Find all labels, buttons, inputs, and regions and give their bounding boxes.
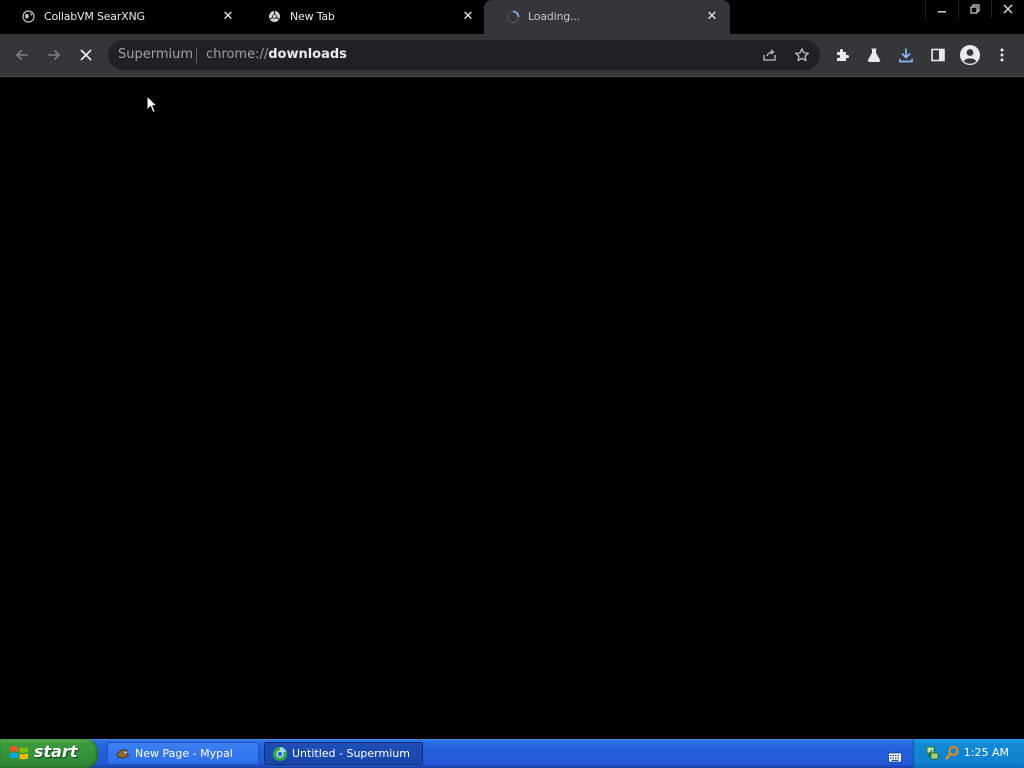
tab-loading[interactable]: Loading... ✕: [484, 0, 730, 34]
download-icon[interactable]: [892, 41, 920, 69]
search-icon[interactable]: [944, 745, 960, 765]
profile-icon[interactable]: [956, 41, 984, 69]
system-tray: 1:25 AM: [913, 739, 1024, 768]
mouse-cursor-icon: [146, 94, 159, 118]
extensions-icon[interactable]: [828, 41, 856, 69]
start-button[interactable]: start: [0, 739, 98, 768]
tab-new-tab[interactable]: New Tab ✕: [246, 0, 486, 34]
minimize-icon[interactable]: [925, 0, 958, 18]
keyboard-icon[interactable]: [888, 748, 902, 767]
mypal-icon: [115, 746, 131, 762]
toolbar: Supermium chrome://downloads: [0, 34, 1024, 77]
forward-arrow-icon[interactable]: [40, 41, 68, 69]
omnibox[interactable]: Supermium chrome://downloads: [108, 40, 820, 70]
omnibox-divider: [196, 48, 197, 63]
supermium-icon: [272, 746, 288, 762]
network-icon[interactable]: [926, 745, 940, 765]
restore-icon[interactable]: [958, 0, 991, 18]
omnibox-url[interactable]: chrome://downloads: [206, 47, 347, 62]
start-label: start: [34, 742, 78, 761]
tab-title: New Tab: [290, 10, 335, 23]
back-arrow-icon[interactable]: [8, 41, 36, 69]
taskbar: start New Page - Mypal Untitled - Superm…: [0, 739, 1024, 768]
share-icon[interactable]: [756, 41, 784, 69]
stop-icon[interactable]: [72, 41, 100, 69]
task-label: Untitled - Supermium: [292, 747, 410, 760]
url-scheme: chrome://: [206, 47, 269, 62]
bookmark-star-icon[interactable]: [788, 41, 816, 69]
window-controls: [925, 0, 1024, 18]
menu-icon[interactable]: [988, 41, 1016, 69]
tab-close-icon[interactable]: ✕: [460, 8, 476, 24]
tab-collabvm-searxng[interactable]: CollabVM SearXNG ✕: [0, 0, 246, 34]
page-content[interactable]: [0, 77, 1024, 739]
task-label: New Page - Mypal: [135, 747, 233, 760]
globe-icon: [22, 10, 35, 23]
chromium-icon: [268, 10, 281, 23]
labs-icon[interactable]: [860, 41, 888, 69]
tab-strip: CollabVM SearXNG ✕ New Tab ✕ Loading... …: [0, 0, 1024, 34]
tab-close-icon[interactable]: ✕: [220, 8, 236, 24]
clock[interactable]: 1:25 AM: [964, 746, 1009, 759]
tab-title: Loading...: [528, 10, 580, 23]
windows-logo-icon: [9, 744, 29, 766]
loading-spinner-icon: [506, 10, 520, 24]
taskbar-button-mypal[interactable]: New Page - Mypal: [107, 742, 259, 765]
url-host: downloads: [268, 47, 347, 62]
side-panel-icon[interactable]: [924, 41, 952, 69]
taskbar-button-supermium[interactable]: Untitled - Supermium: [264, 742, 423, 765]
close-icon[interactable]: [991, 0, 1024, 18]
tab-close-icon[interactable]: ✕: [704, 8, 720, 24]
omnibox-site-name: Supermium: [118, 47, 194, 62]
tab-title: CollabVM SearXNG: [44, 10, 145, 23]
